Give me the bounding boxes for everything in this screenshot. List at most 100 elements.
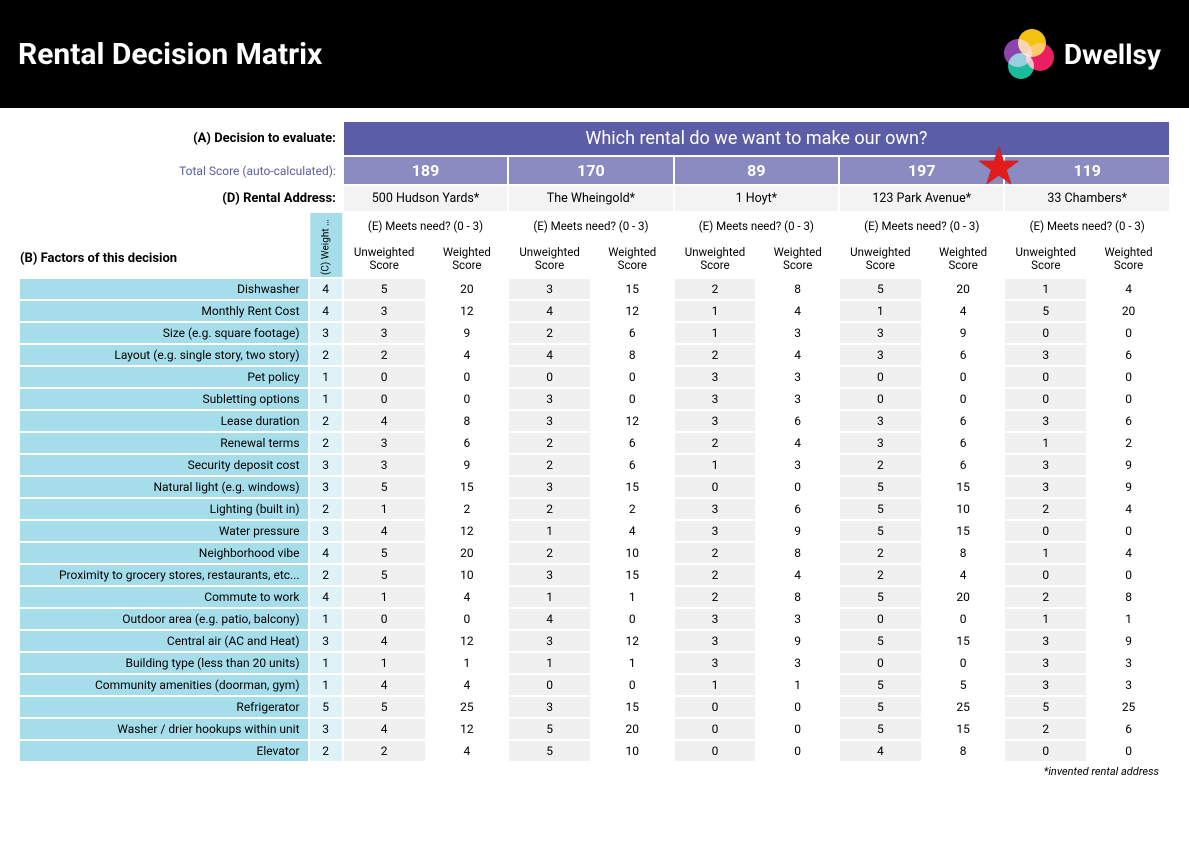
unweighted-score: 4: [509, 301, 590, 321]
weighted-score: 9: [757, 631, 838, 651]
meets-need-header: (E) Meets need? (0 - 3): [509, 213, 672, 238]
unweighted-score: 3: [675, 411, 756, 431]
weighted-header: Weighted Score: [592, 240, 673, 277]
weighted-score: 4: [757, 345, 838, 365]
matrix-sheet: (A) Decision to evaluate: Which rental d…: [8, 108, 1181, 782]
unweighted-score: 1: [509, 653, 590, 673]
weighted-score: 9: [427, 323, 508, 343]
weighted-score: 15: [592, 477, 673, 497]
unweighted-score: 3: [344, 455, 425, 475]
unweighted-score: 3: [509, 631, 590, 651]
unweighted-header: Unweighted Score: [344, 240, 425, 277]
table-row: Washer / drier hookups within unit341252…: [20, 719, 1169, 739]
unweighted-score: 0: [344, 609, 425, 629]
factor-name: Pet policy: [20, 367, 308, 387]
factor-weight: 3: [310, 477, 342, 497]
factor-weight: 4: [310, 279, 342, 299]
factor-weight: 2: [310, 411, 342, 431]
unweighted-score: 0: [840, 653, 921, 673]
weighted-score: 4: [427, 345, 508, 365]
weighted-score: 10: [592, 741, 673, 761]
weighted-score: 4: [757, 433, 838, 453]
weighted-score: 4: [923, 565, 1004, 585]
unweighted-score: 1: [1005, 609, 1086, 629]
unweighted-score: 5: [840, 477, 921, 497]
weighted-score: 9: [1088, 455, 1169, 475]
unweighted-score: 5: [840, 675, 921, 695]
brand: Dwellsy: [1004, 29, 1161, 79]
weighted-score: 6: [923, 433, 1004, 453]
weighted-score: 1: [427, 653, 508, 673]
header-bar: Rental Decision Matrix Dwellsy: [0, 0, 1189, 108]
unweighted-score: 1: [1005, 543, 1086, 563]
weighted-score: 0: [757, 719, 838, 739]
factor-weight: 1: [310, 609, 342, 629]
weighted-score: 3: [1088, 675, 1169, 695]
weighted-score: 12: [427, 521, 508, 541]
unweighted-score: 3: [509, 565, 590, 585]
weighted-score: 2: [1088, 433, 1169, 453]
unweighted-score: 0: [1005, 367, 1086, 387]
unweighted-score: 0: [344, 367, 425, 387]
weighted-score: 12: [592, 631, 673, 651]
weighted-score: 4: [1088, 499, 1169, 519]
weighted-score: 4: [1088, 543, 1169, 563]
unweighted-score: 1: [1005, 433, 1086, 453]
weighted-score: 3: [757, 609, 838, 629]
weighted-score: 3: [757, 389, 838, 409]
unweighted-score: 2: [509, 433, 590, 453]
unweighted-score: 1: [675, 675, 756, 695]
table-row: Natural light (e.g. windows)351531500515…: [20, 477, 1169, 497]
weighted-score: 4: [1088, 279, 1169, 299]
weighted-score: 1: [1088, 609, 1169, 629]
weighted-score: 4: [427, 587, 508, 607]
unweighted-score: 3: [840, 433, 921, 453]
table-row: Proximity to grocery stores, restaurants…: [20, 565, 1169, 585]
unweighted-score: 3: [344, 433, 425, 453]
unweighted-score: 3: [840, 411, 921, 431]
table-row: Lease duration248312363636: [20, 411, 1169, 431]
factor-name: Elevator: [20, 741, 308, 761]
weighted-score: 3: [1088, 653, 1169, 673]
weighted-score: 10: [923, 499, 1004, 519]
weighted-score: 6: [1088, 345, 1169, 365]
unweighted-score: 0: [1005, 521, 1086, 541]
factor-weight: 4: [310, 301, 342, 321]
weighted-score: 8: [592, 345, 673, 365]
unweighted-score: 4: [344, 521, 425, 541]
factor-name: Dishwasher: [20, 279, 308, 299]
unweighted-score: 0: [840, 367, 921, 387]
factor-weight: 1: [310, 675, 342, 695]
weighted-score: 6: [923, 411, 1004, 431]
unweighted-score: 5: [840, 499, 921, 519]
factor-name: Layout (e.g. single story, two story): [20, 345, 308, 365]
factor-name: Renewal terms: [20, 433, 308, 453]
weighted-score: 8: [923, 741, 1004, 761]
rental-address: 123 Park Avenue*: [840, 186, 1003, 211]
unweighted-score: 5: [509, 719, 590, 739]
factor-weight: 4: [310, 587, 342, 607]
meets-need-row: (C) Weight of Factor (1-5) (E) Meets nee…: [20, 213, 1169, 238]
unweighted-score: 2: [509, 499, 590, 519]
unweighted-score: 0: [344, 389, 425, 409]
unweighted-score: 2: [840, 565, 921, 585]
weighted-score: 4: [757, 301, 838, 321]
factor-name: Neighborhood vibe: [20, 543, 308, 563]
unweighted-score: 1: [509, 587, 590, 607]
unweighted-score: 3: [1005, 345, 1086, 365]
unweighted-score: 2: [509, 323, 590, 343]
rental-address: 500 Hudson Yards*: [344, 186, 507, 211]
unweighted-score: 1: [344, 587, 425, 607]
factor-name: Outdoor area (e.g. patio, balcony): [20, 609, 308, 629]
table-row: Size (e.g. square footage)33926133900: [20, 323, 1169, 343]
table-row: Dishwasher45203152852014: [20, 279, 1169, 299]
rental-address: 33 Chambers*: [1005, 186, 1169, 211]
weighted-score: 6: [923, 345, 1004, 365]
factor-name: Commute to work: [20, 587, 308, 607]
table-row: Commute to work414112852028: [20, 587, 1169, 607]
unweighted-score: 4: [509, 345, 590, 365]
weighted-score: 8: [1088, 587, 1169, 607]
weighted-score: 8: [757, 279, 838, 299]
weighted-score: 5: [923, 675, 1004, 695]
unweighted-score: 3: [509, 411, 590, 431]
